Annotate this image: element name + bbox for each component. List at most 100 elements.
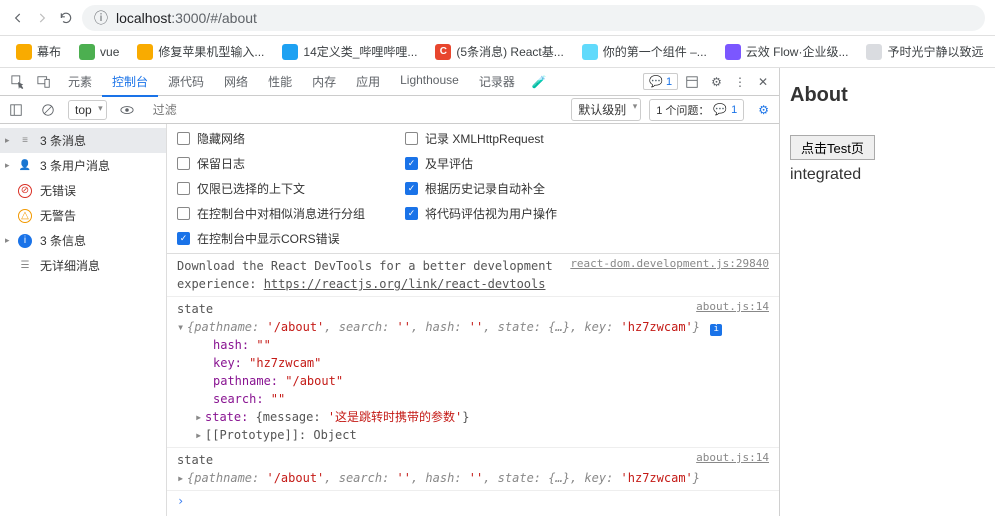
console-settings-panel: 隐藏网络保留日志仅限已选择的上下文在控制台中对相似消息进行分组 ✓ 在控制台中显示C… [167,124,779,254]
devtools-tab[interactable]: Lighthouse [390,68,469,96]
setting-row[interactable]: 在控制台中对相似消息进行分组 [177,205,365,222]
bookmarks-bar: 幕布 vue 修复苹果机型输入... 14定义类_哔哩哔哩... C(5条消息) Rea… [0,36,995,68]
settings-icon[interactable]: ⚙ [706,71,727,93]
devtools-tab[interactable]: 源代码 [158,68,214,96]
setting-label: 及早评估 [425,155,473,172]
context-select[interactable]: top [68,100,107,120]
setting-label: 仅限已选择的上下文 [197,180,305,197]
sidebar-item-label: 无错误 [40,182,76,199]
checkbox[interactable]: ✓ [177,232,190,245]
bookmark-item[interactable]: 14定义类_哔哩哔哩... [276,40,423,63]
inspect-icon[interactable] [6,71,30,93]
bookmark-item[interactable]: 你的第一个组件 –... [576,40,713,63]
info-icon[interactable]: i [710,324,722,336]
url-rest: :3000/#/about [171,10,257,26]
bookmark-icon [137,44,153,60]
preview-icon[interactable]: 🧪 [527,71,552,93]
close-icon[interactable]: ✕ [753,71,773,93]
sidebar-toggle-icon[interactable] [4,99,28,121]
info-icon: i [18,234,32,248]
log-message[interactable]: about.js:14 state ▾{pathname: '/about', … [167,297,779,448]
checkbox[interactable] [177,157,190,170]
issues-badge[interactable]: 1 个问题： 💬1 [649,99,744,121]
list-icon: ≡ [18,134,32,148]
page-text: integrated [790,166,985,184]
test-button[interactable]: 点击Test页 [790,135,875,160]
setting-row[interactable]: ✓ 根据历史记录自动补全 [405,180,557,197]
sidebar-filter-item[interactable]: ⊘无错误 [0,178,166,203]
url-bar[interactable]: ⓘ localhost:3000/#/about [82,5,985,31]
bookmark-label: 14定义类_哔哩哔哩... [303,43,417,60]
checkbox[interactable]: ✓ [405,157,418,170]
checkbox[interactable]: ✓ [405,182,418,195]
bookmark-item[interactable]: C(5条消息) React基... [429,40,569,63]
device-icon[interactable] [32,71,56,93]
setting-row[interactable]: 仅限已选择的上下文 [177,180,365,197]
checkbox[interactable] [177,132,190,145]
devtools-tabs: 元素控制台源代码网络性能内存应用Lighthouse记录器 🧪 💬 1 ⚙ ⋮ … [0,68,779,96]
bookmark-item[interactable]: 予时光宁静以致远 [860,40,989,63]
devtools-tab[interactable]: 应用 [346,68,390,96]
sidebar-filter-item[interactable]: ≡3 条消息 [0,128,166,153]
bookmark-icon: C [435,44,451,60]
setting-label: 根据历史记录自动补全 [425,180,545,197]
checkbox[interactable] [177,182,190,195]
sidebar-filter-item[interactable]: i3 条信息 [0,228,166,253]
setting-row[interactable]: 保留日志 [177,155,365,172]
checkbox[interactable] [405,132,418,145]
bookmark-icon [16,44,32,60]
bookmark-item[interactable]: 云效 Flow·企业级... [719,40,855,63]
app-page: About 点击Test页 integrated [780,68,995,516]
reload-icon[interactable] [58,10,74,26]
devtools-tab[interactable]: 控制台 [102,68,158,97]
expand-icon[interactable] [680,71,704,93]
live-expr-icon[interactable] [115,99,139,121]
console-settings-icon[interactable]: ⚙ [752,99,775,121]
setting-row[interactable]: ✓ 及早评估 [405,155,557,172]
bookmark-item[interactable]: 修复苹果机型输入... [131,40,270,63]
site-info-icon[interactable]: ⓘ [94,8,108,28]
bookmark-label: 幕布 [37,43,61,60]
devtools-tab[interactable]: 性能 [258,68,302,96]
bookmark-label: 修复苹果机型输入... [158,43,264,60]
setting-row[interactable]: ✓ 将代码评估视为用户操作 [405,205,557,222]
bookmark-label: 你的第一个组件 –... [603,43,707,60]
setting-row[interactable]: ✓ 在控制台中显示CORS错误 [177,230,365,247]
bookmark-icon [866,44,882,60]
console-prompt[interactable]: › [167,491,779,511]
log-message[interactable]: react-dom.development.js:29840 Download … [167,254,779,297]
log-message[interactable]: about.js:14 state ▸{pathname: '/about', … [167,448,779,491]
devtools-tab[interactable]: 网络 [214,68,258,96]
devtools-tab[interactable]: 元素 [58,68,102,96]
sidebar-filter-item[interactable]: 👤3 条用户消息 [0,153,166,178]
devtools-tab[interactable]: 内存 [302,68,346,96]
log-source-link[interactable]: about.js:14 [696,451,769,464]
level-select[interactable]: 默认级别 [571,98,641,121]
bookmark-item[interactable]: vue [73,41,125,63]
log-source-link[interactable]: about.js:14 [696,300,769,313]
setting-row[interactable]: 隐藏网络 [177,130,365,147]
devtools-tab[interactable]: 记录器 [469,68,525,96]
sidebar-filter-item[interactable]: △无警告 [0,203,166,228]
log-source-link[interactable]: react-dom.development.js:29840 [570,257,769,270]
sidebar-filter-item[interactable]: ☰无详细消息 [0,253,166,278]
bookmark-icon [282,44,298,60]
checkbox[interactable] [177,207,190,220]
setting-label: 将代码评估视为用户操作 [425,205,557,222]
setting-label: 保留日志 [197,155,245,172]
checkbox[interactable]: ✓ [405,207,418,220]
bookmark-item[interactable]: 幕布 [10,40,67,63]
messages-badge[interactable]: 💬 1 [643,73,678,90]
setting-row[interactable]: 记录 XMLHttpRequest [405,130,557,147]
back-icon[interactable] [10,10,26,26]
more-icon[interactable]: ⋮ [729,71,751,93]
bookmark-label: 予时光宁静以致远 [887,43,983,60]
clear-console-icon[interactable] [36,99,60,121]
bookmark-label: vue [100,45,119,59]
bookmark-icon [79,44,95,60]
user-icon: 👤 [18,159,32,173]
bookmark-label: 云效 Flow·企业级... [746,43,849,60]
setting-label: 在控制台中显示CORS错误 [197,230,340,247]
devtools-link[interactable]: https://reactjs.org/link/react-devtools [264,277,546,291]
filter-input[interactable] [147,99,564,121]
